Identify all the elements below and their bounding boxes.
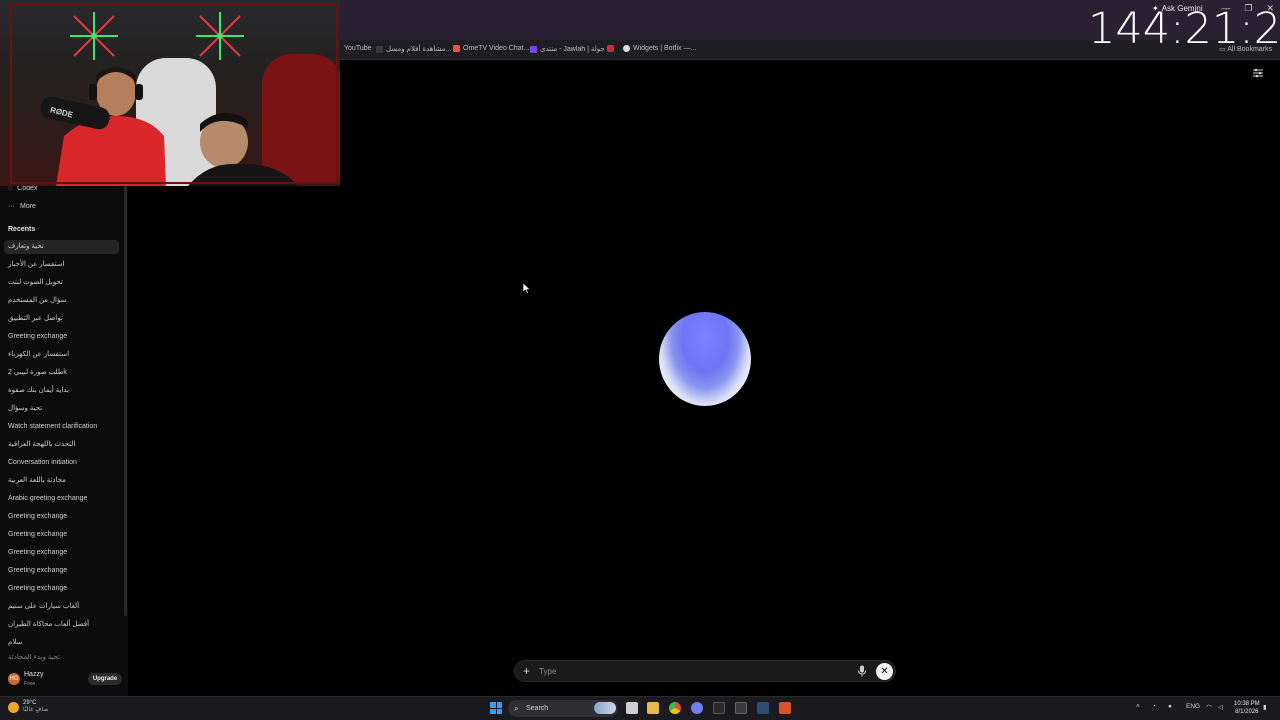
bookmark-jawlah[interactable]: منتدى - Jawlah | جولة (530, 45, 605, 53)
webcam-frame (10, 4, 338, 184)
site-favicon-icon (453, 45, 460, 52)
bookmark-label: YouTube (344, 45, 372, 52)
recent-chat-item[interactable]: تواصل عبر التطبيق (4, 312, 119, 326)
profile-plan: Free (24, 681, 36, 687)
recent-chat-item[interactable]: Greeting exchange (4, 582, 119, 596)
recent-chat-item[interactable]: تحية وتعارف (4, 240, 119, 254)
bookmark-movies[interactable]: مشاهدة أفلام ومسل... (376, 45, 451, 53)
weather-temp: 29°C (23, 700, 37, 706)
chrome-icon[interactable] (669, 702, 681, 714)
recent-chat-item[interactable]: Greeting exchange (4, 330, 119, 344)
search-label: Search (526, 705, 549, 712)
bookmark-youtube[interactable]: YouTube (344, 45, 372, 52)
volume-icon[interactable]: ◁ (1218, 703, 1223, 711)
site-favicon-icon (530, 45, 537, 53)
youtube-icon (607, 45, 614, 52)
more-dots-icon: ··· (8, 203, 15, 210)
bookmark-label: Widgets | Botfix —... (633, 45, 697, 52)
bookmark-widgets[interactable]: Widgets | Botfix —... (623, 45, 696, 52)
weather-desc: صافٍ غالبًا (23, 707, 49, 713)
recent-chat-item[interactable]: بداية أيمان بنك صفوة (4, 384, 119, 398)
recent-chat-item[interactable]: Watch statement clarification (4, 420, 119, 434)
sidebar-item-label: More (20, 203, 36, 210)
clock-time: 10:38 PM (1234, 701, 1260, 707)
recent-chat-item[interactable]: التحدث باللهجة العراقية (4, 438, 119, 452)
recent-chat-item[interactable]: ألعاب سيارات على ستيم (4, 600, 119, 614)
upgrade-button[interactable]: Upgrade (88, 673, 122, 685)
discord-icon[interactable] (691, 702, 703, 714)
recent-chat-item[interactable]: سؤال من المستخدم (4, 294, 119, 308)
bookmark-ometv[interactable]: OmeTV Video Chat... (453, 45, 529, 52)
language-indicator[interactable]: ENG (1186, 703, 1200, 710)
recent-chat-item[interactable]: سلام (4, 636, 119, 650)
app-icon[interactable] (735, 702, 747, 714)
profile-section[interactable]: HG Hazzy Free Upgrade (0, 667, 128, 693)
chat-input[interactable] (539, 664, 839, 678)
stream-timer: 144:21:29 (1088, 4, 1280, 54)
task-view-icon[interactable] (626, 702, 638, 714)
bookmark-label: OmeTV Video Chat... (463, 45, 530, 52)
profile-name: Hazzy (24, 671, 44, 678)
file-explorer-icon[interactable] (647, 702, 659, 714)
codex-icon: ◌ (8, 185, 13, 192)
add-attachment-button[interactable]: + (523, 664, 530, 678)
recent-chat-item[interactable]: طلب صورة لبيبي 2k (4, 366, 119, 380)
wifi-icon[interactable]: ◠ (1206, 703, 1212, 711)
clock-date: 8/1/2026 (1235, 709, 1259, 715)
app-icon[interactable] (779, 702, 791, 714)
site-favicon-icon (623, 45, 630, 52)
recent-chat-item[interactable]: تحية وسؤال (4, 402, 119, 416)
recent-chat-item[interactable]: Arabic greeting exchange (4, 492, 119, 506)
sidebar-item-label: Codex (17, 185, 38, 192)
bookmark-label: مشاهدة أفلام ومسل... (386, 46, 452, 53)
steam-icon[interactable] (757, 702, 769, 714)
mouse-cursor-icon (523, 283, 531, 294)
windows-start-icon[interactable] (490, 702, 502, 714)
weather-widget[interactable]: 29°C صافٍ غالبًا (8, 700, 48, 714)
recent-chat-item[interactable]: Greeting exchange (4, 528, 119, 542)
notification-icon[interactable]: ▮ (1263, 703, 1267, 711)
microphone-icon[interactable] (857, 665, 867, 677)
search-icon: ⌕ (514, 704, 519, 713)
chat-composer: + ✕ (514, 660, 896, 682)
recent-chat-item[interactable]: أفضل ألعاب محاكاة الطيران (4, 618, 119, 632)
recent-chat-item[interactable]: تحويل الصوت لبنت (4, 276, 119, 290)
avatar[interactable]: HG (8, 673, 20, 685)
sun-icon (8, 701, 19, 713)
recent-chat-item[interactable]: Greeting exchange (4, 510, 119, 524)
webcam-overlay: RØDE (0, 0, 340, 186)
sidebar-item-codex[interactable]: ◌ Codex (8, 185, 37, 192)
microphone-tray-icon[interactable]: ● (1168, 703, 1172, 710)
taskbar-widget-icon[interactable] (594, 702, 616, 714)
recent-chat-item[interactable]: محادثة باللغة العربية (4, 474, 119, 488)
bookmark-youtube-red[interactable] (607, 45, 614, 52)
close-live-button[interactable]: ✕ (876, 663, 893, 680)
bookmark-label: منتدى - Jawlah | جولة (540, 46, 605, 53)
recent-chat-item[interactable]: استفسار عن الأخبار (4, 258, 119, 272)
sidebar-scrollbar[interactable] (124, 186, 127, 616)
live-voice-orb (659, 312, 751, 406)
recent-chat-item[interactable]: تحية وبدء المحادثة (4, 654, 119, 662)
windows-taskbar: 29°C صافٍ غالبًا ⌕ Search ˄ ◔ ● ENG ◠ ◁ … (0, 696, 1280, 720)
chevron-up-icon[interactable]: ˄ (1136, 703, 1140, 710)
settings-sliders-icon[interactable] (1252, 68, 1264, 78)
recent-chat-item[interactable]: استفسار عن الكهرباء (4, 348, 119, 362)
network-icon[interactable]: ◔ (1152, 703, 1156, 710)
recent-chat-item[interactable]: Conversation initiation (4, 456, 119, 470)
sidebar-item-more[interactable]: ··· More (8, 203, 36, 210)
recents-heading: Recents (8, 226, 36, 233)
xbox-icon[interactable] (713, 702, 725, 714)
site-favicon-icon (376, 45, 383, 53)
taskbar-clock[interactable]: 10:38 PM 8/1/2026 (1234, 700, 1260, 716)
recent-chat-item[interactable]: Greeting exchange (4, 546, 119, 560)
recent-chat-item[interactable]: Greeting exchange (4, 564, 119, 578)
